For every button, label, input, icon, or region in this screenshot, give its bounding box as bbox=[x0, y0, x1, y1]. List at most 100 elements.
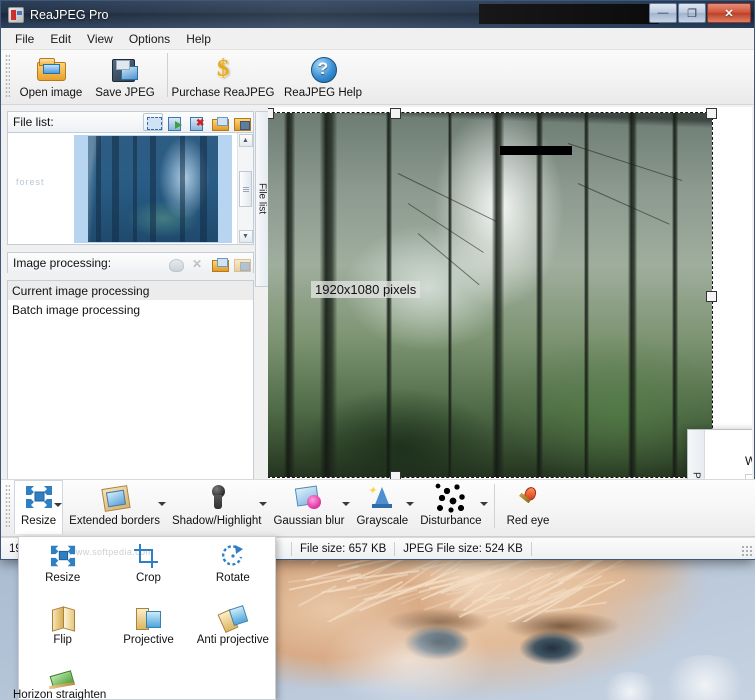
scroll-up-icon[interactable]: ▲ bbox=[239, 134, 253, 147]
menu-item-anti-projective-label: Anti projective bbox=[197, 634, 269, 646]
effects-toolbar: Resize Extended borders Shadow/Highlight… bbox=[1, 479, 755, 537]
image-processing-list[interactable]: Current image processing Batch image pro… bbox=[7, 280, 254, 501]
file-list-side-tab[interactable]: File list bbox=[255, 111, 268, 287]
effect-extended-borders-button[interactable]: Extended borders bbox=[63, 480, 166, 534]
resize-handle-middle-right[interactable] bbox=[706, 291, 717, 302]
status-file-size: File size: 657 KB bbox=[292, 543, 394, 555]
chevron-down-icon[interactable] bbox=[54, 503, 62, 507]
resize-handle-top-left[interactable] bbox=[268, 108, 274, 119]
resize-grip[interactable] bbox=[741, 545, 753, 557]
open-folder-image-icon bbox=[36, 54, 66, 84]
rotate-icon bbox=[218, 543, 248, 569]
main-toolbar: Open image Save JPEG $ Purchase ReaJPEG … bbox=[1, 50, 754, 105]
file-list-header: File list: bbox=[7, 111, 254, 132]
effect-red-eye-label: Red eye bbox=[507, 515, 550, 527]
workspace-body: File list: ✖ forest ▲ ▼ Image processing… bbox=[1, 105, 754, 537]
purchase-button[interactable]: $ Purchase ReaJPEG bbox=[173, 50, 273, 102]
effect-gaussian-blur-button[interactable]: Gaussian blur bbox=[267, 480, 350, 534]
blur-flower-icon bbox=[293, 483, 325, 513]
menu-item-file[interactable]: File bbox=[7, 30, 42, 48]
chevron-down-icon[interactable] bbox=[480, 502, 488, 506]
file-list-items[interactable]: forest bbox=[8, 133, 237, 244]
thumbnail-image[interactable] bbox=[88, 136, 218, 242]
wand-icon[interactable] bbox=[165, 254, 185, 272]
resize-handle-top-center[interactable] bbox=[390, 108, 401, 119]
effect-grayscale-label: Grayscale bbox=[356, 515, 408, 527]
processing-mode-batch: Batch image processing bbox=[12, 303, 140, 317]
chevron-down-icon[interactable] bbox=[342, 502, 350, 506]
remove-file-icon[interactable] bbox=[187, 113, 207, 131]
select-all-icon[interactable] bbox=[143, 113, 163, 131]
menu-item-options[interactable]: Options bbox=[121, 30, 178, 48]
menu-item-crop[interactable]: Crop bbox=[106, 537, 190, 599]
effects-toolbar-grip[interactable] bbox=[5, 484, 10, 528]
chevron-down-icon[interactable] bbox=[158, 502, 166, 506]
wallpaper-hair-detail bbox=[285, 552, 625, 622]
menu-item-help[interactable]: Help bbox=[178, 30, 219, 48]
menu-item-projective[interactable]: Projective bbox=[106, 599, 190, 661]
open-image-button[interactable]: Open image bbox=[14, 50, 88, 102]
save-jpeg-label: Save JPEG bbox=[95, 87, 154, 99]
effect-resize-label: Resize bbox=[21, 515, 56, 527]
open-folder-icon[interactable] bbox=[209, 113, 229, 131]
resize-arrows-icon bbox=[23, 483, 55, 513]
add-file-icon[interactable] bbox=[165, 113, 185, 131]
resize-dropdown-menu[interactable]: www.softpedia.com Resize Crop Rotate Fli… bbox=[18, 536, 276, 700]
effect-resize-button[interactable]: Resize bbox=[14, 480, 63, 534]
red-eye-dropper-icon bbox=[512, 483, 544, 513]
save-jpeg-button[interactable]: Save JPEG bbox=[88, 50, 162, 102]
save-preset-icon[interactable] bbox=[231, 254, 251, 272]
effect-gaussian-blur-label: Gaussian blur bbox=[273, 515, 344, 527]
clear-icon[interactable] bbox=[187, 254, 207, 272]
minimize-button[interactable]: — bbox=[649, 3, 677, 23]
image-canvas[interactable]: 1920x1080 pixels bbox=[268, 113, 712, 477]
effect-grayscale-button[interactable]: ✦ Grayscale bbox=[350, 480, 414, 534]
noise-dots-icon bbox=[435, 483, 467, 513]
redaction-bar bbox=[479, 4, 659, 24]
effects-separator bbox=[494, 484, 495, 528]
image-processing-title: Image processing: bbox=[13, 256, 111, 270]
save-disk-image-icon bbox=[110, 54, 140, 84]
menu-item-resize[interactable]: Resize bbox=[19, 537, 106, 599]
title-bar[interactable]: ReaJPEG Pro — ❐ ✕ bbox=[1, 1, 754, 28]
projective-icon bbox=[133, 605, 163, 631]
resize-handle-top-right[interactable] bbox=[706, 108, 717, 119]
flip-icon bbox=[48, 605, 78, 631]
thumbnail-caption: forest bbox=[16, 177, 45, 187]
chevron-down-icon[interactable] bbox=[259, 502, 267, 506]
width-label: Width: bbox=[745, 454, 752, 468]
maximize-button[interactable]: ❐ bbox=[678, 3, 706, 23]
image-workspace[interactable]: 1920x1080 pixels Process - Resize More >… bbox=[268, 107, 752, 535]
close-button[interactable]: ✕ bbox=[707, 3, 751, 23]
chevron-down-icon[interactable] bbox=[406, 502, 414, 506]
window-controls: — ❐ ✕ bbox=[648, 3, 751, 23]
help-button[interactable]: ? ReaJPEG Help bbox=[273, 50, 373, 102]
menu-item-projective-label: Projective bbox=[123, 634, 174, 646]
menu-item-edit[interactable]: Edit bbox=[42, 30, 79, 48]
menu-item-view[interactable]: View bbox=[79, 30, 121, 48]
open-preset-icon[interactable] bbox=[209, 254, 229, 272]
menu-item-anti-projective[interactable]: Anti projective bbox=[191, 599, 275, 661]
save-list-icon[interactable] bbox=[231, 113, 251, 131]
effect-disturbance-button[interactable]: Disturbance bbox=[414, 480, 487, 534]
toolbar-grip[interactable] bbox=[5, 54, 10, 98]
scroll-down-icon[interactable]: ▼ bbox=[239, 230, 253, 243]
scrollbar-thumb[interactable] bbox=[239, 171, 252, 207]
menu-item-rotate-label: Rotate bbox=[216, 572, 250, 584]
file-list-box[interactable]: forest ▲ ▼ bbox=[7, 132, 254, 245]
menu-item-flip[interactable]: Flip bbox=[19, 599, 106, 661]
lightbulb-icon bbox=[201, 483, 233, 513]
list-item[interactable]: Current image processing bbox=[8, 281, 253, 300]
menu-item-horizon-straighten[interactable]: Horizon straighten bbox=[19, 661, 106, 700]
application-window: ReaJPEG Pro — ❐ ✕ File Edit View Options… bbox=[0, 0, 755, 560]
effect-disturbance-label: Disturbance bbox=[420, 515, 481, 527]
file-list-scrollbar[interactable]: ▲ ▼ bbox=[237, 133, 253, 244]
menu-item-rotate[interactable]: Rotate bbox=[191, 537, 275, 599]
effect-shadow-highlight-button[interactable]: Shadow/Highlight bbox=[166, 480, 268, 534]
menu-item-horizon-straighten-label: Horizon straighten bbox=[13, 689, 106, 700]
list-item[interactable]: Batch image processing bbox=[8, 300, 253, 319]
help-question-icon: ? bbox=[308, 54, 338, 84]
effect-red-eye-button[interactable]: Red eye bbox=[501, 480, 556, 534]
dollar-icon: $ bbox=[208, 54, 238, 84]
effect-extended-borders-label: Extended borders bbox=[69, 515, 160, 527]
